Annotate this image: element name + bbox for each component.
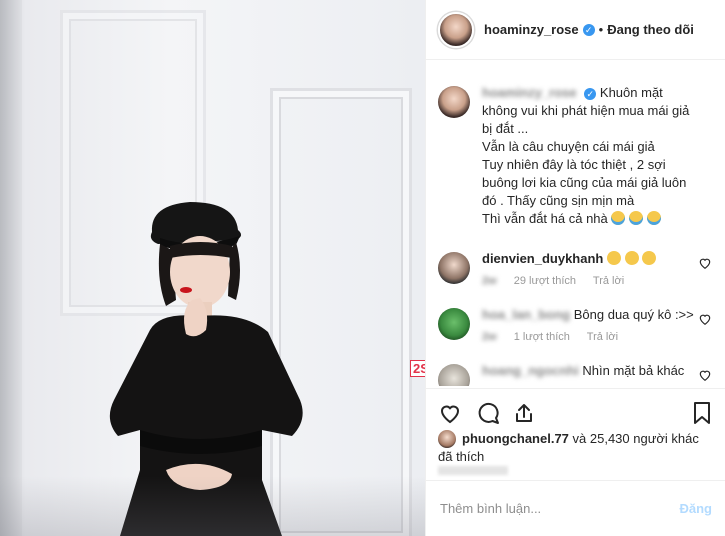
- share-icon[interactable]: [512, 401, 536, 425]
- comment-input[interactable]: Thêm bình luận...: [440, 501, 680, 516]
- commenter-avatar[interactable]: [438, 308, 470, 340]
- crying-emoji-icon: [611, 211, 626, 225]
- action-bar: [426, 388, 725, 433]
- caption-line: Vẫn là câu chuyện cái mái giả: [482, 139, 655, 154]
- laughing-emoji-icon: [642, 251, 657, 265]
- comment-heart-icon[interactable]: [698, 312, 712, 326]
- comment-meta: 2w 29 lượt thích Trả lời: [482, 272, 696, 290]
- comment-heart-icon[interactable]: [698, 256, 712, 270]
- bookmark-icon[interactable]: [692, 401, 712, 425]
- caption-line: Thì vẫn đắt há cả nhà: [482, 211, 608, 226]
- caption: hoaminzy_rose ✓ Khuôn mặt không vui khi …: [426, 84, 725, 228]
- comment-composer: Thêm bình luận... Đăng: [426, 480, 725, 536]
- instagram-post: 2Sao hoaminzy_rose ✓ • Đang theo dõi hoa…: [0, 0, 725, 536]
- liker-username[interactable]: phuongchanel.77: [462, 431, 569, 446]
- comment-likes-count[interactable]: 29 lượt thích: [514, 275, 576, 287]
- floor-shadow: [0, 476, 425, 536]
- verified-badge-icon: ✓: [582, 23, 595, 36]
- reply-button[interactable]: Trả lời: [593, 275, 624, 287]
- caption-author-name[interactable]: hoaminzy_rose: [482, 85, 577, 100]
- laughing-emoji-icon: [607, 251, 621, 265]
- following-button[interactable]: Đang theo dõi: [607, 22, 694, 37]
- commenter-name[interactable]: hoang_ngocnhi: [482, 363, 579, 378]
- likes-summary: phuongchanel.77 và 25,430 người khác đã …: [438, 430, 714, 466]
- author-avatar[interactable]: [438, 11, 474, 48]
- comment-item: dienvien_duykhanh 2w 29 lượt thích Trả l…: [426, 250, 725, 290]
- caption-avatar[interactable]: [438, 86, 470, 118]
- post-sidebar: hoaminzy_rose ✓ • Đang theo dõi hoaminzy…: [425, 0, 725, 536]
- comment-heart-icon[interactable]: [698, 368, 712, 382]
- comment-icon[interactable]: [476, 401, 500, 425]
- commenter-name[interactable]: hoa_lan_bong: [482, 307, 570, 322]
- commenter-avatar[interactable]: [438, 364, 470, 386]
- comment-text: Bông dua quý kô :>>: [573, 307, 694, 322]
- comment-date: 2w: [482, 331, 497, 343]
- author-username[interactable]: hoaminzy_rose: [484, 22, 579, 37]
- post-header: hoaminzy_rose ✓ • Đang theo dõi: [426, 0, 725, 60]
- comment-item: hoa_lan_bong Bông dua quý kô :>> 2w 1 lư…: [426, 306, 725, 346]
- laughing-emoji-icon: [624, 251, 639, 265]
- post-comment-button[interactable]: Đăng: [680, 501, 713, 516]
- crying-emoji-icon: [629, 211, 644, 225]
- commenter-avatar[interactable]: [438, 252, 470, 284]
- comment-likes-count[interactable]: 1 lượt thích: [514, 331, 570, 343]
- reply-button[interactable]: Trả lời: [587, 331, 618, 343]
- verified-badge-icon: ✓: [584, 88, 597, 100]
- caption-line: Tuy nhiên đây là tóc thiệt , 2 sợi buông…: [482, 157, 687, 208]
- commenter-name[interactable]: dienvien_duykhanh: [482, 251, 603, 266]
- comments-list[interactable]: hoaminzy_rose ✓ Khuôn mặt không vui khi …: [426, 72, 725, 386]
- post-photo[interactable]: [0, 0, 425, 536]
- likes-others[interactable]: và 25,430 người khác: [573, 431, 699, 446]
- comment-date: 2w: [482, 275, 497, 287]
- comment-text: Nhìn mặt bả khác: [582, 363, 685, 378]
- like-heart-icon[interactable]: [438, 401, 462, 425]
- liker-avatar[interactable]: [438, 430, 456, 448]
- post-timestamp: [438, 466, 508, 475]
- comment-item: hoang_ngocnhi Nhìn mặt bả khác: [426, 362, 725, 386]
- liked-label: đã thích: [438, 449, 485, 464]
- crying-emoji-icon: [646, 211, 661, 225]
- woman-figure: [109, 202, 303, 536]
- comment-meta: 2w 1 lượt thích Trả lời: [482, 328, 696, 346]
- header-separator: •: [598, 22, 604, 37]
